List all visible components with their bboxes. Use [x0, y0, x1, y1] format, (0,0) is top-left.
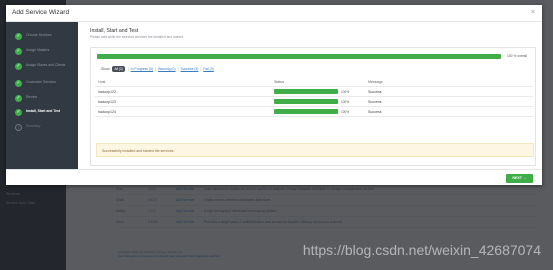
filter-separator: |	[155, 67, 156, 71]
step-label: Install, Start and Test	[26, 109, 61, 113]
wizard-step-assign-slaves[interactable]: ✓ Assign Slaves and Clients	[15, 63, 74, 70]
step-label: Assign Masters	[26, 48, 50, 52]
column-header-message[interactable]: Message	[365, 80, 533, 84]
host-progress-percent: 100%	[341, 99, 350, 104]
host-message-link[interactable]: Success	[365, 90, 533, 94]
overall-progress-bar	[97, 54, 501, 59]
filter-all[interactable]: All (3)	[112, 66, 125, 72]
check-icon: ✓	[15, 95, 22, 102]
wizard-step-install-start-test[interactable]: ✓ Install, Start and Test	[15, 109, 74, 116]
filter-separator: |	[127, 67, 129, 71]
check-icon: ✓	[15, 109, 22, 116]
wizard-steps-sidebar: ✓ Choose Services ✓ Assign Masters ✓ Ass…	[6, 22, 78, 169]
check-icon: ✓	[15, 80, 22, 87]
modal-footer: NEXT →	[6, 169, 542, 185]
table-row: hadoop123 100% Success	[95, 97, 533, 107]
add-service-wizard-modal: Add Service Wizard × ✓ Choose Services ✓…	[6, 5, 542, 185]
host-progress-fill	[274, 99, 338, 104]
page-title: Install, Start and Test	[90, 28, 139, 34]
step-label: Summary	[26, 124, 41, 128]
wizard-content: Install, Start and Test Please wait whil…	[84, 22, 542, 169]
host-progress-bar	[274, 99, 338, 104]
host-message-link[interactable]: Success	[365, 100, 533, 104]
host-progress-bar	[274, 89, 338, 94]
filter-success[interactable]: Success (3)	[180, 67, 198, 71]
wizard-step-assign-masters[interactable]: ✓ Assign Masters	[15, 48, 74, 55]
filter-show-label: Show:	[101, 67, 111, 71]
modal-title: Add Service Wizard	[12, 9, 70, 16]
close-icon[interactable]: ×	[531, 9, 535, 16]
host-message-link[interactable]: Success	[365, 110, 533, 114]
overall-progress-fill	[97, 54, 501, 59]
table-row: hadoop124 100% Success	[95, 107, 533, 117]
host-name: hadoop122	[98, 89, 116, 94]
host-status: 100%	[271, 109, 365, 114]
table-header-row: Host Status Message	[95, 77, 533, 87]
host-status: 100%	[271, 99, 365, 104]
wizard-step-choose-services[interactable]: ✓ Choose Services	[15, 33, 74, 40]
host-status: 100%	[271, 89, 365, 94]
host-progress-fill	[274, 89, 338, 94]
host-progress-fill	[274, 109, 338, 114]
host-filter-bar: Show: All (3) | In Progress (0) | Warnin…	[101, 66, 216, 72]
success-alert: Successfully installed and started the s…	[96, 143, 534, 157]
filter-warning[interactable]: Warning (0)	[158, 67, 176, 71]
filter-fail[interactable]: Fail (0)	[203, 67, 214, 71]
filter-in-progress[interactable]: In Progress (0)	[131, 67, 153, 71]
host-name: hadoop124	[98, 109, 116, 114]
host-name: hadoop123	[98, 99, 116, 104]
filter-separator: |	[200, 67, 202, 71]
check-icon: ✓	[15, 48, 22, 55]
step-number: 7	[15, 124, 22, 131]
host-progress-bar	[274, 109, 338, 114]
next-button[interactable]: NEXT →	[506, 174, 533, 183]
host-progress-percent: 100%	[341, 109, 350, 114]
page-subtitle: Please wait while the selected services …	[90, 35, 185, 39]
column-header-status[interactable]: Status	[271, 80, 365, 84]
check-icon: ✓	[15, 63, 22, 70]
step-label: Choose Services	[26, 33, 52, 37]
overall-progress-text: 100 % overall	[507, 54, 527, 58]
modal-header: Add Service Wizard ×	[6, 5, 542, 22]
check-icon: ✓	[15, 33, 22, 40]
step-label: Assign Slaves and Clients	[26, 63, 66, 67]
filter-separator: |	[177, 67, 179, 71]
wizard-step-review[interactable]: ✓ Review	[15, 95, 74, 102]
step-label: Review	[26, 95, 38, 99]
table-row: hadoop122 100% Success	[95, 87, 533, 97]
watermark-text: https://blog.csdn.net/weixin_42687074	[302, 242, 541, 258]
step-label: Customize Services	[26, 80, 56, 84]
wizard-step-summary[interactable]: 7 Summary	[15, 124, 74, 131]
column-header-host[interactable]: Host	[95, 80, 271, 84]
host-progress-percent: 100%	[341, 89, 350, 94]
host-status-table: Host Status Message hadoop122 100% Succe…	[95, 77, 533, 117]
wizard-step-customize-services[interactable]: ✓ Customize Services	[15, 80, 74, 87]
